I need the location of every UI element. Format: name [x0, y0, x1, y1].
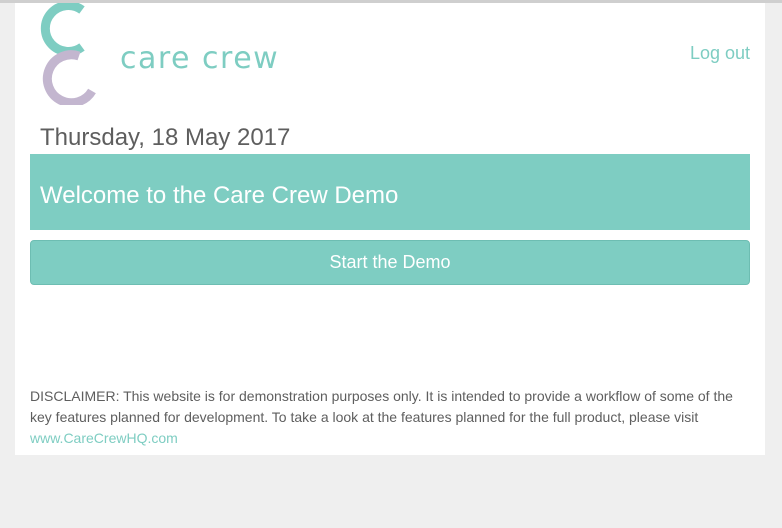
- care-crew-logo-icon: [40, 3, 96, 105]
- welcome-title: Welcome to the Care Crew Demo: [40, 182, 399, 209]
- logout-link[interactable]: Log out: [690, 43, 750, 64]
- current-date: Thursday, 18 May 2017: [40, 124, 291, 151]
- start-demo-button[interactable]: Start the Demo: [30, 240, 750, 285]
- disclaimer: DISCLAIMER: This website is for demonstr…: [30, 386, 755, 449]
- brand-logo[interactable]: care crew: [30, 3, 290, 105]
- brand-name: care crew: [120, 41, 280, 76]
- disclaimer-text: DISCLAIMER: This website is for demonstr…: [30, 388, 733, 425]
- welcome-banner: Welcome to the Care Crew Demo: [30, 154, 750, 230]
- page-card: care crew Log out Thursday, 18 May 2017 …: [15, 3, 765, 455]
- website-link[interactable]: www.CareCrewHQ.com: [30, 430, 178, 446]
